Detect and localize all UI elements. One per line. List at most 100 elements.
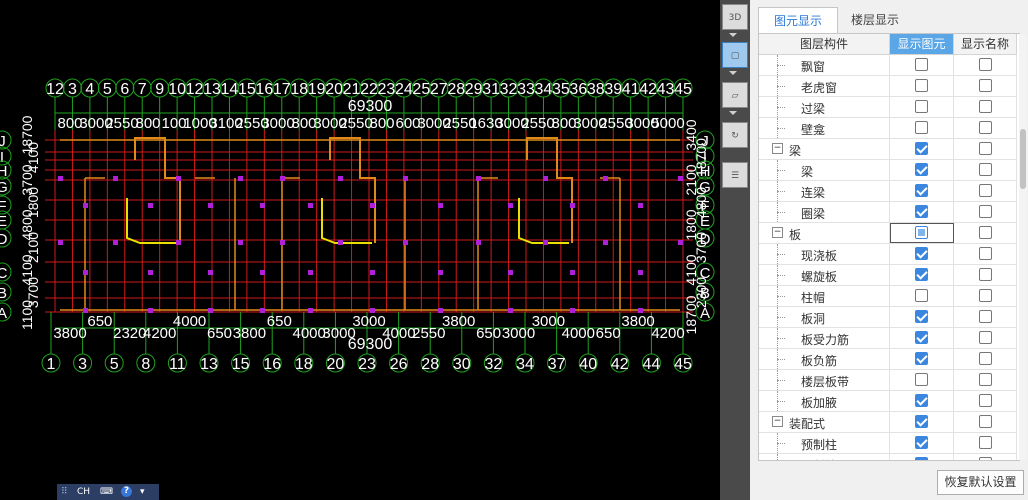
help-icon[interactable]: ?: [121, 486, 132, 497]
dropdown-arrow-icon[interactable]: [729, 111, 737, 115]
show-element-checkbox[interactable]: [915, 289, 928, 302]
layer-label: 板洞: [801, 312, 826, 326]
layer-row[interactable]: 过梁: [759, 97, 1017, 118]
show-name-checkbox[interactable]: [979, 289, 992, 302]
show-element-checkbox[interactable]: [915, 79, 928, 92]
dropdown-arrow-icon[interactable]: [729, 71, 737, 75]
show-name-checkbox[interactable]: [979, 310, 992, 323]
show-name-checkbox[interactable]: [979, 457, 992, 460]
show-element-checkbox[interactable]: [915, 247, 928, 260]
show-name-cell: [954, 118, 1017, 138]
show-element-checkbox[interactable]: [915, 331, 928, 344]
tab-element-display[interactable]: 图元显示: [758, 7, 838, 33]
show-name-checkbox[interactable]: [979, 226, 992, 239]
show-element-checkbox[interactable]: [915, 457, 928, 460]
layer-label: 预制柱: [801, 438, 838, 452]
layer-row[interactable]: 梁: [759, 160, 1017, 181]
axis-label-top: 31: [482, 81, 500, 98]
layer-name-cell: − 装配式: [759, 412, 890, 432]
layer-row[interactable]: 壁龛: [759, 118, 1017, 139]
column-header-show-name[interactable]: 显示名称: [954, 34, 1017, 55]
restore-defaults-button[interactable]: 恢复默认设置: [937, 470, 1024, 495]
layer-row[interactable]: 预制柱: [759, 433, 1017, 454]
show-element-checkbox[interactable]: [915, 184, 928, 197]
layer-row[interactable]: 板负筋: [759, 349, 1017, 370]
show-name-checkbox[interactable]: [979, 121, 992, 134]
column-marker: [638, 203, 643, 208]
dropdown-arrow-icon[interactable]: [729, 33, 737, 37]
show-name-checkbox[interactable]: [979, 415, 992, 428]
show-element-checkbox[interactable]: [915, 58, 928, 71]
show-name-checkbox[interactable]: [979, 436, 992, 449]
layer-row[interactable]: 现浇板: [759, 244, 1017, 265]
layer-row[interactable]: 板加腋: [759, 391, 1017, 412]
show-name-checkbox[interactable]: [979, 394, 992, 407]
layer-list-icon[interactable]: ☰: [722, 162, 748, 188]
layer-row[interactable]: 柱帽: [759, 286, 1017, 307]
show-name-checkbox[interactable]: [979, 58, 992, 71]
cube-wire-icon[interactable]: ▱: [722, 82, 748, 108]
rotate-icon[interactable]: ↻: [722, 122, 748, 148]
show-element-cell: [890, 139, 954, 159]
show-element-cell: [890, 160, 954, 180]
axis-label-top: 16: [255, 81, 273, 98]
layer-row[interactable]: 飘窗: [759, 55, 1017, 76]
layer-row[interactable]: 老虎窗: [759, 76, 1017, 97]
cube-3d-icon[interactable]: 3D: [722, 4, 748, 30]
show-name-checkbox[interactable]: [979, 79, 992, 92]
layer-row[interactable]: 圈梁: [759, 202, 1017, 223]
show-name-checkbox[interactable]: [979, 205, 992, 218]
show-name-checkbox[interactable]: [979, 142, 992, 155]
show-name-checkbox[interactable]: [979, 100, 992, 113]
collapse-icon[interactable]: −: [772, 143, 783, 154]
show-name-checkbox[interactable]: [979, 331, 992, 344]
show-element-checkbox[interactable]: [915, 226, 928, 239]
collapse-icon[interactable]: −: [772, 416, 783, 427]
show-name-checkbox[interactable]: [979, 373, 992, 386]
cube-face-icon[interactable]: ▢: [722, 42, 748, 68]
show-element-checkbox[interactable]: [915, 373, 928, 386]
tree-branch: [777, 338, 785, 339]
show-element-checkbox[interactable]: [915, 100, 928, 113]
show-element-checkbox[interactable]: [915, 310, 928, 323]
show-name-checkbox[interactable]: [979, 163, 992, 176]
show-element-checkbox[interactable]: [915, 436, 928, 449]
scrollbar-thumb[interactable]: [1020, 129, 1026, 189]
axis-label-top: 35: [552, 81, 570, 98]
layer-name-cell: − 梁: [759, 139, 890, 159]
show-name-checkbox[interactable]: [979, 184, 992, 197]
layer-row[interactable]: 板洞: [759, 307, 1017, 328]
layer-row[interactable]: 连梁: [759, 181, 1017, 202]
layer-row[interactable]: 板受力筋: [759, 328, 1017, 349]
layer-row[interactable]: − 梁: [759, 139, 1017, 160]
show-element-checkbox[interactable]: [915, 205, 928, 218]
ime-language[interactable]: CH: [77, 484, 90, 500]
show-element-checkbox[interactable]: [915, 121, 928, 134]
cad-drawing-canvas[interactable]: 12 3 4 5 6 7 9 10 12 13 14 15 16 17 18 19 20 21 22 23 24 25 27…: [0, 0, 720, 500]
show-element-checkbox[interactable]: [915, 352, 928, 365]
keyboard-icon[interactable]: ⌨: [100, 484, 113, 500]
vertical-scrollbar[interactable]: [1019, 34, 1027, 460]
show-element-checkbox[interactable]: [915, 268, 928, 281]
show-name-checkbox[interactable]: [979, 268, 992, 281]
column-header-layer-component[interactable]: 图层构件: [759, 34, 890, 55]
floor-plan-drawing[interactable]: 12 3 4 5 6 7 9 10 12 13 14 15 16 17 18 19 20 21 22 23 24 25 27…: [0, 0, 720, 500]
layer-row[interactable]: − 装配式: [759, 412, 1017, 433]
axis-label-top: 17: [273, 81, 291, 98]
show-element-checkbox[interactable]: [915, 394, 928, 407]
column-header-show-element[interactable]: 显示图元: [890, 34, 954, 55]
layer-row[interactable]: 螺旋板: [759, 265, 1017, 286]
layer-row[interactable]: 楼层板带: [759, 370, 1017, 391]
layer-row[interactable]: − 板: [759, 223, 1017, 244]
show-element-checkbox[interactable]: [915, 163, 928, 176]
options-icon[interactable]: ▾: [140, 484, 145, 500]
show-name-checkbox[interactable]: [979, 247, 992, 260]
show-element-checkbox[interactable]: [915, 142, 928, 155]
collapse-icon[interactable]: −: [772, 227, 783, 238]
tree-branch: [777, 443, 785, 444]
layer-row[interactable]: 预制墙: [759, 454, 1017, 460]
axis-label-top: 42: [639, 81, 657, 98]
show-name-checkbox[interactable]: [979, 352, 992, 365]
tab-floor-display[interactable]: 楼层显示: [838, 7, 912, 33]
show-element-checkbox[interactable]: [915, 415, 928, 428]
